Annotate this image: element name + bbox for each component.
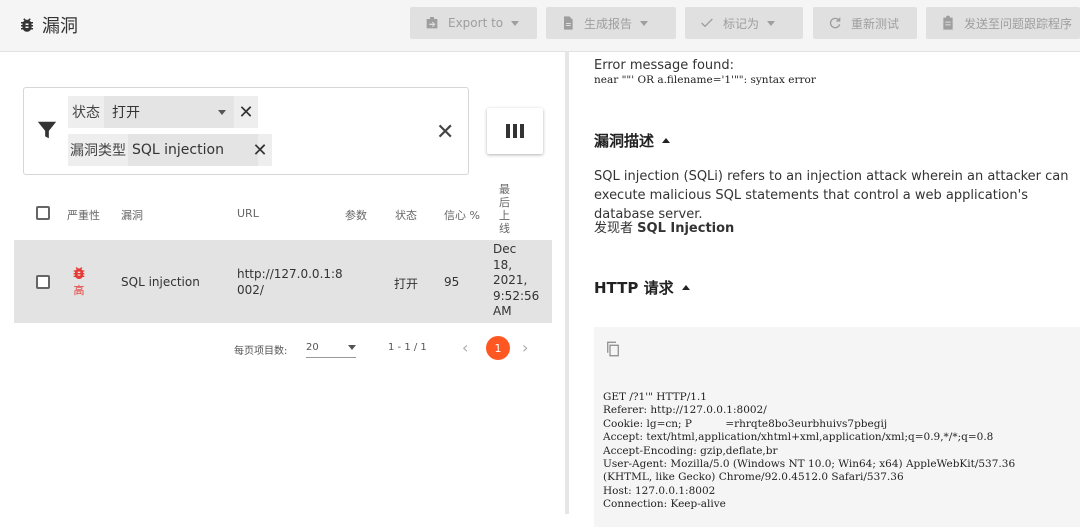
row-checkbox[interactable] <box>36 275 50 289</box>
type-filter-chip[interactable]: 漏洞类型 SQL injection ✕ <box>68 134 272 166</box>
report-icon <box>564 16 573 30</box>
filter-box: 状态 打开 ✕ 漏洞类型 SQL injection ✕ ✕ <box>23 87 469 175</box>
bug-icon <box>73 267 85 280</box>
select-all-checkbox[interactable] <box>36 206 50 220</box>
prev-page-icon[interactable]: ‹ <box>462 338 468 357</box>
copy-icon[interactable] <box>604 339 622 359</box>
chevron-down-icon <box>348 345 356 350</box>
col-status[interactable]: 状态 <box>395 207 417 223</box>
next-page-icon[interactable]: › <box>522 338 528 357</box>
page-range: 1 - 1 / 1 <box>388 342 427 353</box>
vulnerability-confidence: 95 <box>444 275 460 289</box>
type-filter-value[interactable]: SQL injection <box>128 134 258 166</box>
pagination: 每页项目数: 20 1 - 1 / 1 ‹ 1 › <box>0 336 565 366</box>
col-last-seen[interactable]: 最 后 上 线 <box>499 183 510 235</box>
check-icon <box>701 18 713 28</box>
description-section-title[interactable]: 漏洞描述 <box>594 130 671 151</box>
mark-as-label: 标记为 <box>723 16 760 31</box>
remove-type-filter-icon[interactable]: ✕ <box>248 138 272 162</box>
filter-icon[interactable] <box>36 118 58 142</box>
error-text: near ""' OR a.filename='1'"": syntax err… <box>594 74 816 86</box>
found-by-value: SQL Injection <box>637 221 735 236</box>
chevron-down-icon <box>511 20 520 26</box>
clipboard-icon <box>943 15 953 30</box>
severity-cell: 高 <box>70 265 88 298</box>
vulnerability-url[interactable]: http://127.0.0.1:8 002/ <box>237 266 343 298</box>
chevron-down-icon <box>767 20 776 26</box>
page-title: 漏洞 <box>42 16 78 37</box>
clear-filters-icon[interactable]: ✕ <box>436 120 454 145</box>
col-param[interactable]: 参数 <box>345 207 367 223</box>
vulnerability-detail-panel: Error message found: near ""' OR a.filen… <box>569 52 1080 527</box>
brand: 漏洞 <box>18 12 78 38</box>
retest-button[interactable]: 重新测试 <box>813 7 917 39</box>
http-request-section-title[interactable]: HTTP 请求 <box>594 277 690 298</box>
chevron-down-icon <box>640 20 649 26</box>
vulnerability-name[interactable]: SQL injection <box>121 275 200 289</box>
send-to-tracker-label: 发送至问题跟踪程序 <box>964 16 1073 31</box>
export-label: Export to <box>448 16 504 30</box>
generate-report-label: 生成报告 <box>584 16 633 31</box>
type-filter-label: 漏洞类型 <box>70 143 126 159</box>
vulnerability-last-seen: Dec 18, 2021, 9:52:56 AM <box>493 242 540 318</box>
http-request-line: GET /?1'" HTTP/1.1 <box>603 391 707 403</box>
retest-label: 重新测试 <box>851 16 900 31</box>
per-page-select[interactable]: 20 <box>306 338 356 358</box>
collapse-icon[interactable] <box>662 138 671 143</box>
http-request-line: Accept-Encoding: gzip,deflate,br <box>603 444 778 457</box>
export-icon <box>426 17 438 29</box>
remove-status-filter-icon[interactable]: ✕ <box>234 100 258 124</box>
status-filter-chip[interactable]: 状态 打开 ✕ <box>68 96 258 128</box>
http-request-block: GET /?1'" HTTP/1.1 Referer: http://127.0.… <box>594 327 1080 527</box>
description-text: SQL injection (SQLi) refers to an inject… <box>594 169 1069 222</box>
status-filter-label: 状态 <box>72 105 100 121</box>
table-row[interactable]: 高 SQL injection http://127.0.0.1:8 002/ … <box>14 240 552 323</box>
status-filter-value: 打开 <box>112 105 140 121</box>
found-by: 发现者 SQL Injection <box>594 217 734 236</box>
export-button[interactable]: Export to <box>410 7 537 39</box>
columns-button[interactable] <box>487 108 543 154</box>
description-title-text: 漏洞描述 <box>594 132 655 150</box>
per-page-value: 20 <box>306 342 319 353</box>
per-page-label: 每页项目数: <box>234 346 288 357</box>
collapse-icon[interactable] <box>681 285 690 290</box>
vulnerability-status: 打开 <box>394 277 419 291</box>
col-severity[interactable]: 严重性 <box>67 207 100 223</box>
generate-report-button[interactable]: 生成报告 <box>546 7 676 39</box>
chevron-down-icon[interactable] <box>218 109 226 115</box>
http-request-line: Connection: Keep-alive <box>603 498 726 511</box>
severity-label: 高 <box>73 284 85 297</box>
vulnerability-list-panel: 状态 打开 ✕ 漏洞类型 SQL injection ✕ ✕ 严重性 漏洞 UR… <box>0 52 565 514</box>
col-confidence[interactable]: 信心 % <box>444 207 480 223</box>
retest-icon <box>829 17 841 29</box>
app-header: 漏洞 Export to 生成报告 标记为 重新测试 发送至问题跟踪程序 <box>0 0 1080 52</box>
http-request-text: GET /?1'" HTTP/1.1 Referer: http://127.0.… <box>603 391 1015 512</box>
page-1-button[interactable]: 1 <box>486 336 510 360</box>
bug-icon <box>21 18 33 32</box>
col-vulnerability[interactable]: 漏洞 <box>121 207 143 223</box>
status-filter-select[interactable]: 打开 <box>104 96 234 128</box>
col-url[interactable]: URL <box>237 207 259 220</box>
http-request-title-text: HTTP 请求 <box>594 279 674 297</box>
http-request-line: Referer: http://127.0.0.1:8002/ <box>603 404 767 417</box>
http-request-line: User-Agent: Mozilla/5.0 (Windows NT 10.0… <box>603 458 1016 471</box>
http-request-line: (KHTML, like Gecko) Chrome/92.0.4512.0 S… <box>603 471 904 484</box>
error-heading: Error message found: <box>594 58 735 73</box>
http-request-line: Host: 127.0.0.1:8002 <box>603 484 716 497</box>
send-to-tracker-button[interactable]: 发送至问题跟踪程序 <box>926 7 1080 39</box>
table-header: 严重性 漏洞 URL 参数 状态 信心 % 最 后 上 线 <box>14 182 552 238</box>
columns-icon <box>506 124 524 138</box>
mark-as-button[interactable]: 标记为 <box>685 7 803 39</box>
http-request-line: Accept: text/html,application/xhtml+xml,… <box>603 431 994 444</box>
found-by-label: 发现者 <box>594 221 634 236</box>
http-request-line: Cookie: lg=cn; P =rhrqte8bo3eurbhuivs7pb… <box>603 417 888 430</box>
